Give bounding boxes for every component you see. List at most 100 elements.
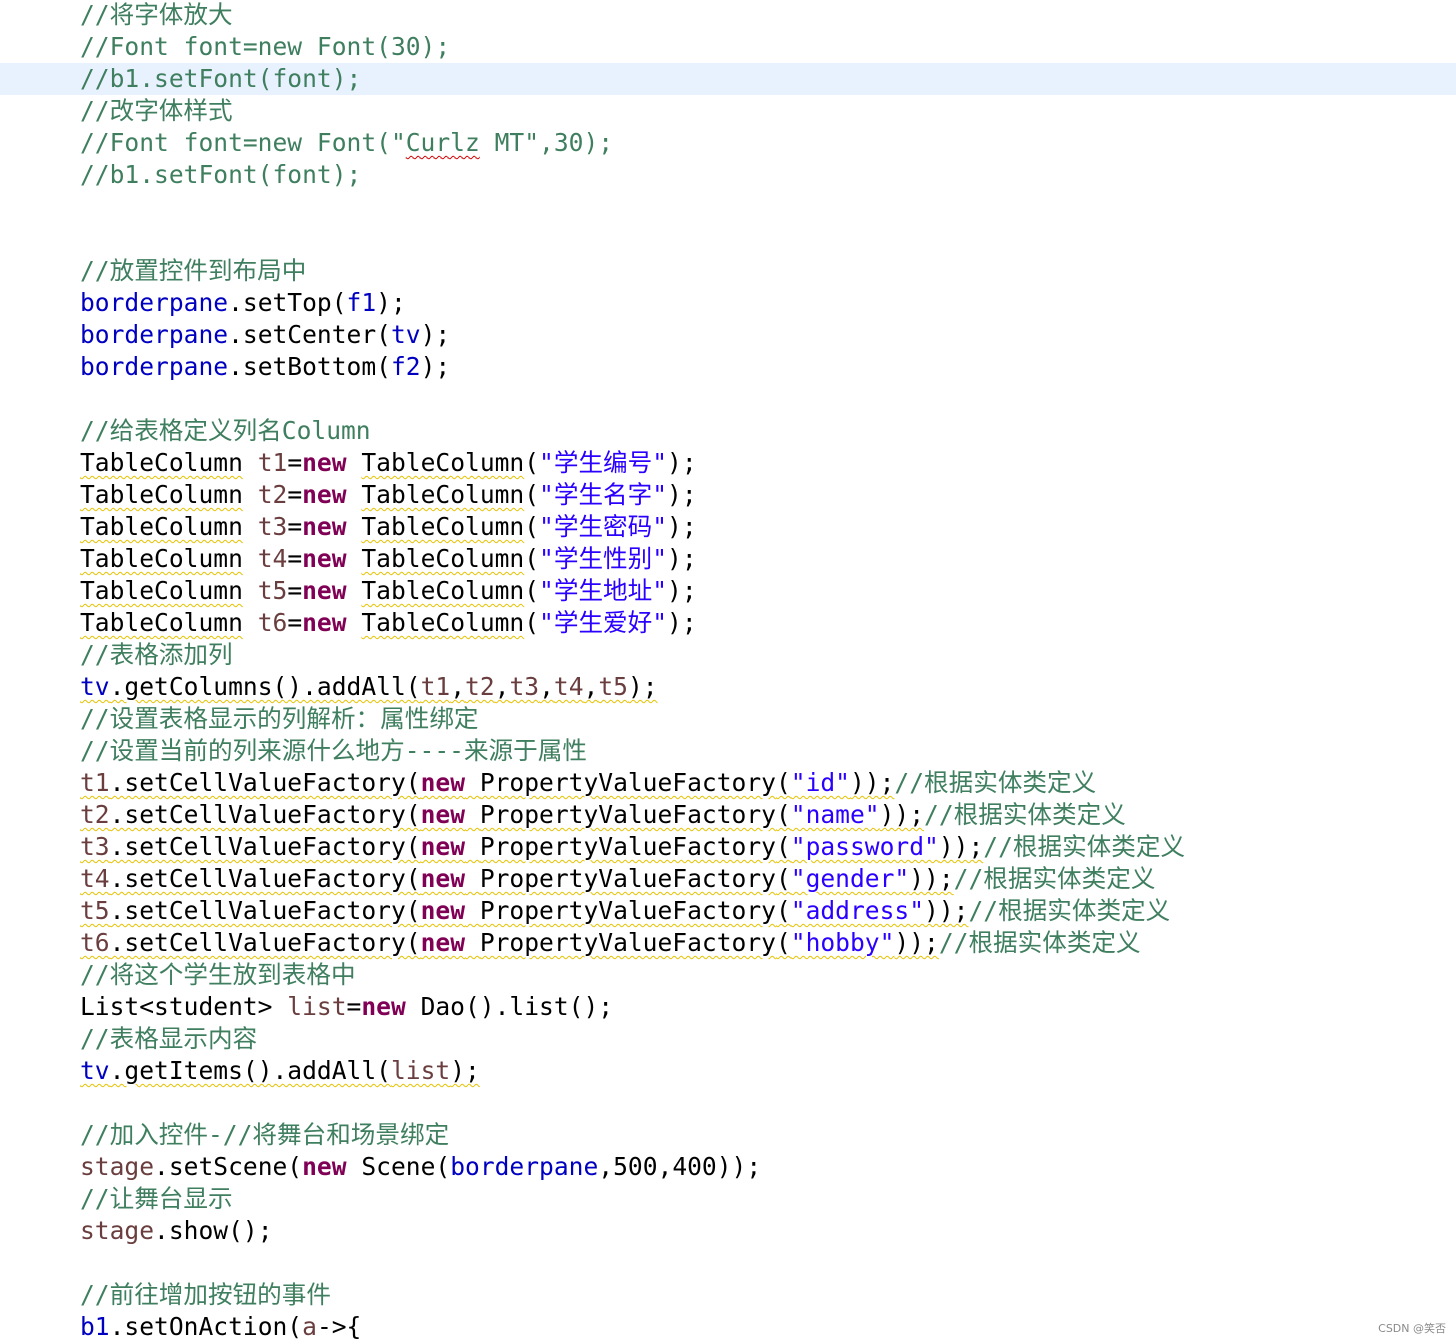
code-line[interactable]: t4.setCellValueFactory(new PropertyValue… xyxy=(0,863,1456,895)
code-line[interactable]: //设置表格显示的列解析：属性绑定 xyxy=(0,703,1456,735)
code-token-plain: ); xyxy=(450,1056,480,1085)
code-line-text: t1.setCellValueFactory(new PropertyValue… xyxy=(80,767,1096,799)
code-line-text: TableColumn t2=new TableColumn("学生名字"); xyxy=(80,479,697,511)
code-token-plain: ); xyxy=(420,320,451,349)
code-line[interactable]: //让舞台显示 xyxy=(0,1183,1456,1215)
code-line-text: //表格显示内容 xyxy=(80,1023,257,1055)
code-editor[interactable]: //将字体放大 //Font font=new Font(30); //b1.set… xyxy=(0,0,1456,1342)
code-token-comment: //根据实体类定义 xyxy=(924,800,1126,829)
code-line[interactable]: t2.setCellValueFactory(new PropertyValue… xyxy=(0,799,1456,831)
code-line[interactable] xyxy=(0,191,1456,223)
code-line[interactable]: //b1.setFont(font); xyxy=(0,159,1456,191)
code-line[interactable]: //Font font=new Font("Curlz MT",30); xyxy=(0,127,1456,159)
code-token-plain: ( xyxy=(775,768,791,797)
code-line-text: t3.setCellValueFactory(new PropertyValue… xyxy=(80,831,1185,863)
code-line[interactable]: TableColumn t4=new TableColumn("学生性别"); xyxy=(0,543,1456,575)
code-token-local: stage xyxy=(80,1216,155,1245)
code-token-comment: //根据实体类定义 xyxy=(894,768,1097,797)
code-token-plain: Scene( xyxy=(346,1152,451,1181)
current-code-line[interactable]: //b1.setFont(font); xyxy=(0,63,1456,95)
code-token-keyword: new xyxy=(302,1152,347,1181)
code-line[interactable]: stage.setScene(new Scene(borderpane,500,… xyxy=(0,1151,1456,1183)
code-token-field: b1 xyxy=(80,1312,110,1341)
code-line[interactable]: //前往增加按钮的事件 xyxy=(0,1279,1456,1311)
code-line-text: TableColumn t5=new TableColumn("学生地址"); xyxy=(80,575,697,607)
code-line-text: //让舞台显示 xyxy=(80,1183,233,1215)
code-line[interactable]: b1.setOnAction(a->{ xyxy=(0,1311,1456,1343)
code-token-comment: //b1.setFont(font); xyxy=(80,64,362,93)
code-line[interactable]: //表格添加列 xyxy=(0,639,1456,671)
code-line-text: t6.setCellValueFactory(new PropertyValue… xyxy=(80,927,1141,959)
code-token-field: borderpane xyxy=(80,320,229,349)
code-line[interactable]: List<student> list=new Dao().list(); xyxy=(0,991,1456,1023)
code-line[interactable]: borderpane.setBottom(f2); xyxy=(0,351,1456,383)
code-token-plain: .setOnAction( xyxy=(109,1312,303,1341)
code-token-comment: Curlz xyxy=(405,128,480,157)
code-token-keyword: new xyxy=(302,576,347,605)
code-line[interactable]: t3.setCellValueFactory(new PropertyValue… xyxy=(0,831,1456,863)
code-line-text: //改字体样式 xyxy=(80,95,233,127)
code-token-plain: ( xyxy=(524,512,540,541)
code-token-plain: TableColumn xyxy=(361,480,525,509)
code-token-string: "学生性别" xyxy=(539,544,668,573)
code-token-local: t1 xyxy=(80,768,110,797)
code-line[interactable] xyxy=(0,223,1456,255)
code-line[interactable]: //改字体样式 xyxy=(0,95,1456,127)
code-token-plain: .setScene( xyxy=(154,1152,303,1181)
code-token-plain: .setCellValueFactory( xyxy=(109,832,421,861)
code-token-plain: .setCenter( xyxy=(228,320,391,349)
code-token-keyword: new xyxy=(420,896,465,925)
code-token-plain: ( xyxy=(524,480,540,509)
code-line[interactable]: //给表格定义列名Column xyxy=(0,415,1456,447)
code-line[interactable] xyxy=(0,1247,1456,1279)
code-token-comment: //根据实体类定义 xyxy=(953,864,1156,893)
code-token-local: list xyxy=(390,1056,451,1085)
code-line[interactable]: //放置控件到布局中 xyxy=(0,255,1456,287)
code-line[interactable] xyxy=(0,1087,1456,1119)
code-token-local: t1 xyxy=(420,672,451,701)
code-token-keyword: new xyxy=(302,512,347,541)
code-line-text: stage.setScene(new Scene(borderpane,500,… xyxy=(80,1151,761,1183)
code-token-keyword: new xyxy=(420,832,465,861)
code-line[interactable]: borderpane.setCenter(tv); xyxy=(0,319,1456,351)
code-token-plain: ); xyxy=(420,352,451,381)
code-line[interactable]: TableColumn t6=new TableColumn("学生爱好"); xyxy=(0,607,1456,639)
code-token-comment: //根据实体类定义 xyxy=(968,896,1171,925)
code-line[interactable]: //Font font=new Font(30); xyxy=(0,31,1456,63)
code-line[interactable]: stage.show(); xyxy=(0,1215,1456,1247)
code-line[interactable]: //加入控件-//将舞台和场景绑定 xyxy=(0,1119,1456,1151)
code-line[interactable] xyxy=(0,383,1456,415)
code-token-plain: .setCellValueFactory( xyxy=(109,928,421,957)
code-token-plain: .setCellValueFactory( xyxy=(109,864,421,893)
code-line[interactable]: tv.getItems().addAll(list); xyxy=(0,1055,1456,1087)
code-token-plain: TableColumn xyxy=(361,512,525,541)
code-token-comment: //设置表格显示的列解析：属性绑定 xyxy=(80,704,479,733)
code-token-comment: //将这个学生放到表格中 xyxy=(80,960,356,989)
code-line[interactable]: //表格显示内容 xyxy=(0,1023,1456,1055)
code-token-string: "学生爱好" xyxy=(539,608,668,637)
code-line[interactable]: TableColumn t3=new TableColumn("学生密码"); xyxy=(0,511,1456,543)
code-line[interactable]: //设置当前的列来源什么地方----来源于属性 xyxy=(0,735,1456,767)
code-token-local: t2 xyxy=(465,672,495,701)
code-line[interactable]: TableColumn t2=new TableColumn("学生名字"); xyxy=(0,479,1456,511)
code-token-plain: ); xyxy=(667,544,697,573)
code-line[interactable]: borderpane.setTop(f1); xyxy=(0,287,1456,319)
code-line[interactable]: tv.getColumns().addAll(t1,t2,t3,t4,t5); xyxy=(0,671,1456,703)
code-token-plain: ( xyxy=(775,928,791,957)
code-token-local: t3 xyxy=(509,672,540,701)
code-line-text: //b1.setFont(font); xyxy=(80,63,361,95)
code-token-comment: //改字体样式 xyxy=(80,96,233,125)
code-line[interactable]: t6.setCellValueFactory(new PropertyValue… xyxy=(0,927,1456,959)
code-line[interactable]: //将字体放大 xyxy=(0,0,1456,31)
code-line[interactable]: TableColumn t5=new TableColumn("学生地址"); xyxy=(0,575,1456,607)
code-line[interactable]: t1.setCellValueFactory(new PropertyValue… xyxy=(0,767,1456,799)
code-token-plain: Dao().list(); xyxy=(405,992,614,1021)
code-line[interactable]: t5.setCellValueFactory(new PropertyValue… xyxy=(0,895,1456,927)
code-token-plain: .setCellValueFactory( xyxy=(109,800,421,829)
code-line[interactable]: //将这个学生放到表格中 xyxy=(0,959,1456,991)
code-line[interactable]: TableColumn t1=new TableColumn("学生编号"); xyxy=(0,447,1456,479)
